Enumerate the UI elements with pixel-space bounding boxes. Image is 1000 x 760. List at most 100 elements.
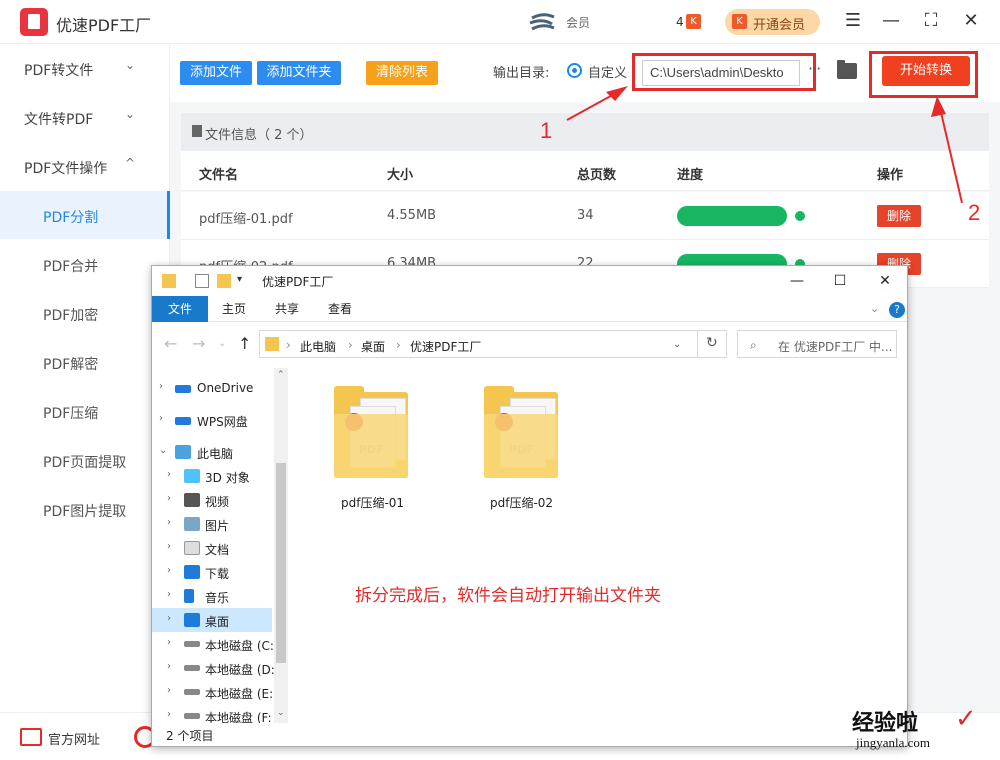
ribbon: 文件 主页 共享 查看 ⌄ ?: [152, 296, 907, 322]
breadcrumb-item[interactable]: 桌面: [361, 338, 385, 355]
tree-item-this-pc[interactable]: ⌄ 此电脑: [152, 440, 272, 464]
scrollbar-thumb[interactable]: [276, 463, 286, 663]
up-arrow-icon[interactable]: ↑: [238, 334, 251, 353]
tree-item-pictures[interactable]: › 图片: [152, 512, 272, 536]
tree-item-wps[interactable]: › WPS网盘: [152, 408, 272, 432]
close-icon[interactable]: ✕: [960, 10, 982, 32]
item-label: PDF合并: [43, 259, 99, 275]
group-label: PDF转文件: [24, 63, 94, 79]
new-folder-icon[interactable]: [217, 274, 231, 288]
tree-item-videos[interactable]: › 视频: [152, 488, 272, 512]
sidebar-item-image-extract[interactable]: PDF图片提取: [0, 485, 170, 533]
drive-icon: [184, 713, 200, 719]
sidebar-group-pdf-to-file[interactable]: PDF转文件 ⌄: [0, 44, 170, 92]
cube-icon: [184, 469, 200, 483]
delete-button[interactable]: 删除: [877, 205, 921, 227]
group-label: 文件转PDF: [24, 112, 94, 128]
folder-label[interactable]: pdf压缩-01: [341, 494, 404, 511]
tab-home[interactable]: 主页: [214, 296, 254, 322]
video-icon: [184, 493, 200, 507]
col-name: 文件名: [199, 168, 239, 183]
tree-item-3d[interactable]: › 3D 对象: [152, 464, 272, 488]
drive-icon: [184, 665, 200, 671]
explorer-minimize-icon[interactable]: —: [782, 270, 812, 292]
pc-icon: [175, 445, 191, 459]
website-link[interactable]: 官方网址: [48, 729, 100, 748]
scroll-up-icon: ⌃: [277, 370, 285, 380]
search-placeholder: 在 优速PDF工厂 中...: [778, 340, 893, 354]
document-icon: [184, 541, 200, 555]
tree-item-onedrive[interactable]: › OneDrive: [152, 376, 272, 400]
minimize-icon[interactable]: —: [880, 10, 902, 32]
explorer-titlebar: ▾ 优速PDF工厂 — ☐ ✕: [152, 266, 907, 296]
clear-list-button[interactable]: 清除列表: [366, 61, 438, 85]
tree-item-downloads[interactable]: › 下载: [152, 560, 272, 584]
title-bar: 优速PDF工厂 会员 4 K K 开通会员 ☰ — ⛶ ✕: [0, 0, 1000, 44]
maximize-icon[interactable]: ⛶: [920, 10, 942, 32]
tree-item-desktop[interactable]: › 桌面: [152, 608, 272, 632]
item-label: PDF压缩: [43, 406, 99, 422]
file-info-bar: 文件信息（ 2 个）: [181, 113, 989, 151]
forward-arrow-icon[interactable]: →: [192, 334, 205, 353]
item-label: PDF加密: [43, 308, 99, 324]
item-label: PDF图片提取: [43, 504, 127, 520]
folder-item[interactable]: PDF PDF: [480, 384, 562, 480]
dropdown-icon[interactable]: ▾: [237, 274, 251, 288]
folder-label[interactable]: pdf压缩-02: [490, 494, 553, 511]
sidebar-group-file-to-pdf[interactable]: 文件转PDF ⌄: [0, 93, 170, 141]
vip-label: 开通会员: [753, 18, 806, 33]
menu-icon[interactable]: ☰: [842, 10, 864, 32]
search-input[interactable]: ⌕ 在 优速PDF工厂 中...: [737, 330, 897, 358]
col-size: 大小: [387, 168, 414, 183]
tab-file[interactable]: 文件: [152, 296, 208, 322]
address-bar[interactable]: › 此电脑 › 桌面 › 优速PDF工厂 ⌄: [259, 330, 727, 358]
vip-button[interactable]: K 开通会员: [725, 9, 820, 35]
more-options-icon[interactable]: ···: [808, 59, 821, 78]
add-file-button[interactable]: 添加文件: [180, 61, 252, 85]
ribbon-expand-icon[interactable]: ⌄: [870, 302, 879, 315]
breadcrumb-item[interactable]: 优速PDF工厂: [410, 338, 481, 355]
explorer-maximize-icon[interactable]: ☐: [825, 270, 855, 292]
output-dir-label: 输出目录:: [493, 66, 550, 81]
notice-text: 拆分完成后，软件会自动打开输出文件夹: [355, 586, 661, 606]
tree-item-drive-d[interactable]: › 本地磁盘 (D:: [152, 656, 275, 680]
tree-scrollbar[interactable]: ⌃ ⌄: [274, 368, 288, 723]
explorer-close-icon[interactable]: ✕: [870, 270, 900, 292]
custom-radio[interactable]: [567, 63, 582, 78]
sidebar-item-pdf-compress[interactable]: PDF压缩: [0, 387, 170, 435]
tree-item-drive-c[interactable]: › 本地磁盘 (C:: [152, 632, 274, 656]
tree-item-drive-e[interactable]: › 本地磁盘 (E:: [152, 680, 273, 704]
sidebar-group-pdf-ops[interactable]: PDF文件操作 ^: [0, 142, 170, 190]
sidebar-item-pdf-split[interactable]: PDF分割: [0, 191, 170, 239]
tree-item-documents[interactable]: › 文档: [152, 536, 272, 560]
recent-locations-icon[interactable]: ⌄: [218, 338, 226, 349]
table-header: 文件名 大小 总页数 进度 操作: [181, 151, 989, 191]
sidebar-item-pdf-decrypt[interactable]: PDF解密: [0, 338, 170, 386]
vip-badge-icon[interactable]: K: [686, 14, 701, 29]
annotation-number-2: 2: [968, 200, 981, 225]
help-icon[interactable]: ?: [889, 302, 905, 318]
item-label: PDF页面提取: [43, 455, 127, 471]
back-arrow-icon[interactable]: ←: [164, 334, 177, 353]
refresh-button[interactable]: ↻: [697, 330, 727, 358]
folder-icon: [162, 274, 176, 288]
breadcrumb-item[interactable]: 此电脑: [300, 338, 336, 355]
folder-item[interactable]: PDF PDF: [330, 384, 412, 480]
download-icon: [184, 565, 200, 579]
picture-icon: [184, 517, 200, 531]
tab-share[interactable]: 共享: [267, 296, 307, 322]
sidebar-item-pdf-encrypt[interactable]: PDF加密: [0, 289, 170, 337]
sidebar-item-page-extract[interactable]: PDF页面提取: [0, 436, 170, 484]
highlight-box-path: [632, 53, 816, 91]
address-dropdown-icon[interactable]: ⌄: [673, 339, 681, 350]
add-folder-button[interactable]: 添加文件夹: [257, 61, 341, 85]
drive-icon: [184, 689, 200, 695]
tab-view[interactable]: 查看: [320, 296, 360, 322]
vip-icon: K: [732, 14, 747, 29]
tree-item-drive-f[interactable]: › 本地磁盘 (F:: [152, 704, 272, 723]
tree-item-music[interactable]: › 音乐: [152, 584, 272, 608]
properties-icon[interactable]: [195, 274, 209, 288]
sidebar-item-pdf-merge[interactable]: PDF合并: [0, 240, 170, 288]
check-mark-icon: ✓: [955, 704, 977, 734]
open-folder-icon[interactable]: [837, 60, 857, 79]
